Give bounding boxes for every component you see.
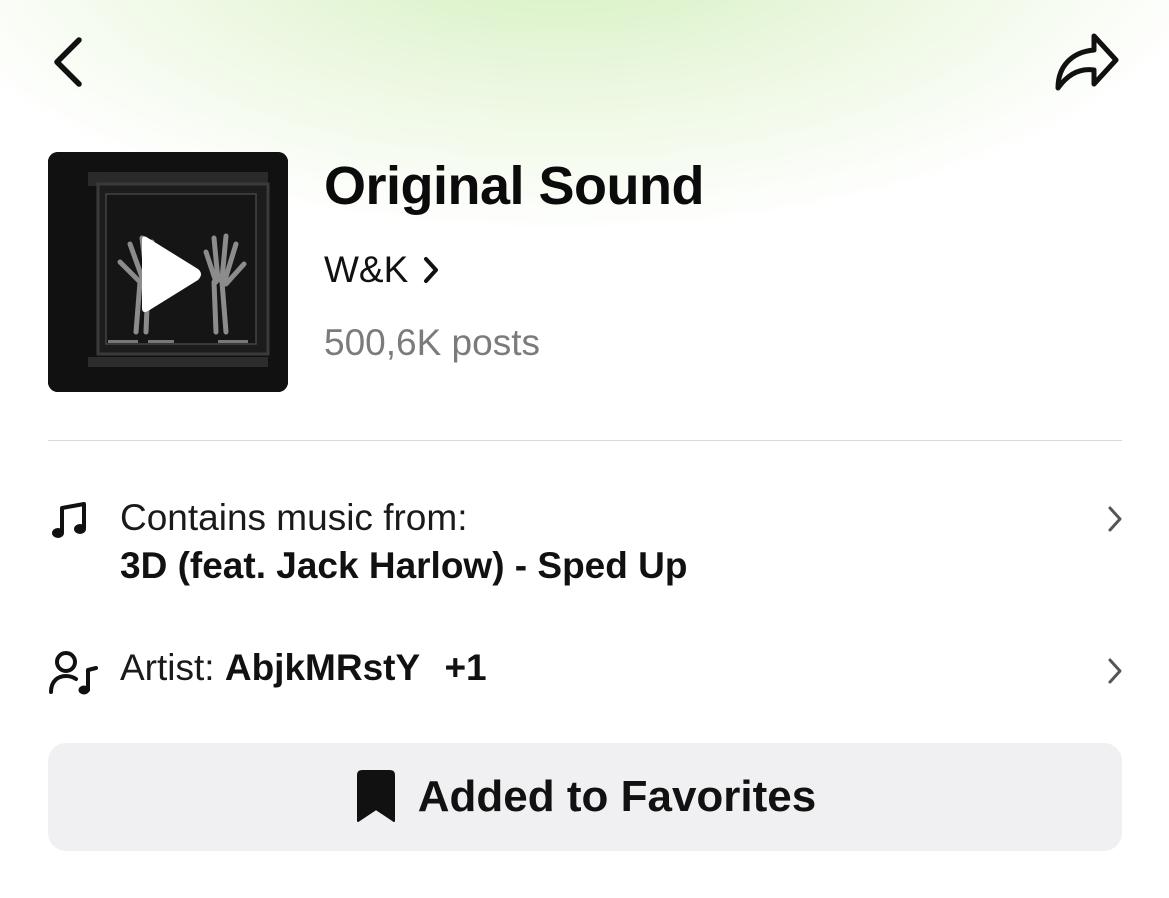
music-source-row[interactable]: Contains music from: 3D (feat. Jack Harl… <box>40 490 1130 596</box>
chevron-left-icon <box>54 37 82 87</box>
share-button[interactable] <box>1044 26 1128 98</box>
chevron-right-icon <box>424 257 439 283</box>
sound-cover[interactable] <box>48 152 288 392</box>
artist-name: AbjkMRstY <box>224 647 421 688</box>
artist-icon <box>49 651 98 695</box>
artist-row[interactable]: Artist: AbjkMRstY +1 <box>40 636 1130 706</box>
sound-title: Original Sound <box>324 156 705 216</box>
music-note-icon <box>52 502 86 538</box>
author-link[interactable]: W&K <box>324 245 440 295</box>
favorites-label: Added to Favorites <box>417 772 817 821</box>
add-to-favorites-button[interactable]: Added to Favorites <box>48 743 1122 851</box>
back-button[interactable] <box>42 30 92 94</box>
share-arrow-icon <box>1055 33 1119 91</box>
author-name: W&K <box>324 249 409 290</box>
cover-artwork <box>48 152 288 392</box>
artist-more-count: +1 <box>444 647 487 688</box>
chevron-right-icon <box>1108 658 1122 684</box>
bookmark-icon <box>356 770 395 822</box>
music-source-label: Contains music from: <box>120 497 468 538</box>
music-track-name: 3D (feat. Jack Harlow) - Sped Up <box>120 545 688 586</box>
artist-label: Artist: <box>120 647 215 688</box>
posts-count: 500,6K posts <box>324 322 540 363</box>
chevron-right-icon <box>1108 506 1122 532</box>
artist-line: Artist: AbjkMRstY +1 <box>120 644 487 692</box>
divider <box>48 440 1122 441</box>
